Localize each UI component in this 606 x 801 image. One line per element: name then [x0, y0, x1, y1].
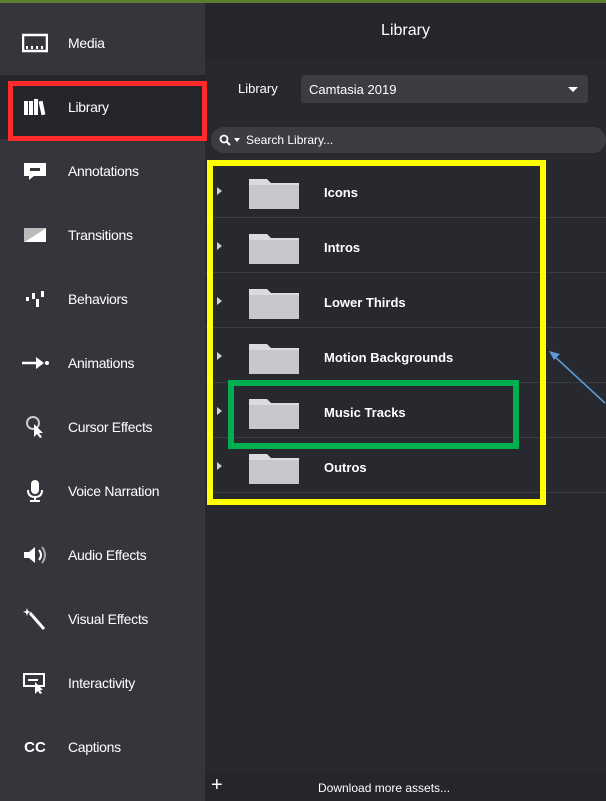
- behaviors-icon: [20, 287, 50, 311]
- sidebar-item-label: Visual Effects: [68, 611, 149, 627]
- expand-triangle-icon[interactable]: [217, 187, 222, 195]
- library-panel: Library Library Camtasia 2019 Search Lib…: [205, 3, 606, 801]
- sidebar: Media Library Annotations Transitions Be: [0, 3, 205, 801]
- expand-triangle-icon[interactable]: [217, 297, 222, 305]
- library-row-motion-backgrounds[interactable]: Motion Backgrounds: [205, 328, 606, 383]
- library-dropdown-value: Camtasia 2019: [309, 81, 397, 97]
- list-item-label: Music Tracks: [324, 405, 406, 420]
- sidebar-item-label: Annotations: [68, 163, 139, 179]
- folder-icon: [249, 399, 299, 429]
- search-input[interactable]: Search Library...: [211, 127, 606, 153]
- sidebar-item-media[interactable]: Media: [0, 11, 205, 75]
- sidebar-item-label: Voice Narration: [68, 483, 160, 499]
- library-row-lower-thirds[interactable]: Lower Thirds: [205, 273, 606, 328]
- sidebar-item-library[interactable]: Library: [0, 75, 205, 139]
- expand-triangle-icon[interactable]: [217, 352, 222, 360]
- expand-triangle-icon[interactable]: [217, 242, 222, 250]
- sidebar-item-interactivity[interactable]: Interactivity: [0, 651, 205, 715]
- list-item-label: Lower Thirds: [324, 295, 406, 310]
- list-item-label: Outros: [324, 460, 367, 475]
- sidebar-item-transitions[interactable]: Transitions: [0, 203, 205, 267]
- camtasia-window: Media Library Annotations Transitions Be: [0, 0, 606, 801]
- transitions-icon: [20, 223, 50, 247]
- annotations-icon: [20, 159, 50, 183]
- list-item-label: Motion Backgrounds: [324, 350, 454, 365]
- chevron-down-icon: [568, 87, 578, 92]
- cursor-effects-icon: [20, 415, 50, 439]
- folder-icon: [249, 289, 299, 319]
- animations-icon: [20, 351, 50, 375]
- sidebar-item-label: Behaviors: [68, 291, 128, 307]
- sidebar-item-captions[interactable]: CC Captions: [0, 715, 205, 779]
- sidebar-item-behaviors[interactable]: Behaviors: [0, 267, 205, 331]
- sidebar-item-label: Library: [68, 99, 109, 115]
- library-row-outros[interactable]: Outros: [205, 438, 606, 493]
- sidebar-item-label: Animations: [68, 355, 135, 371]
- list-item-label: Icons: [324, 185, 358, 200]
- library-row-icons[interactable]: Icons: [205, 163, 606, 218]
- panel-footer: + Download more assets...: [205, 773, 606, 801]
- search-placeholder: Search Library...: [246, 133, 334, 147]
- interactivity-icon: [20, 671, 50, 695]
- sidebar-item-label: Captions: [68, 739, 121, 755]
- folder-icon: [249, 344, 299, 374]
- sidebar-item-annotations[interactable]: Annotations: [0, 139, 205, 203]
- expand-triangle-icon[interactable]: [217, 407, 222, 415]
- folder-icon: [249, 454, 299, 484]
- microphone-icon: [20, 479, 50, 503]
- speaker-icon: [20, 543, 50, 567]
- sidebar-item-animations[interactable]: Animations: [0, 331, 205, 395]
- sidebar-item-voice-narration[interactable]: Voice Narration: [0, 459, 205, 523]
- media-icon: [20, 31, 50, 55]
- folder-icon: [249, 234, 299, 264]
- add-button[interactable]: +: [211, 775, 223, 795]
- sidebar-item-label: Media: [68, 35, 105, 51]
- list-item-label: Intros: [324, 240, 361, 255]
- search-options-caret-icon[interactable]: [234, 138, 240, 142]
- library-select-label: Library: [238, 81, 278, 96]
- sidebar-item-label: Cursor Effects: [68, 419, 153, 435]
- sidebar-item-label: Interactivity: [68, 675, 135, 691]
- magic-wand-icon: [20, 607, 50, 631]
- folder-icon: [249, 179, 299, 209]
- sidebar-item-audio-effects[interactable]: Audio Effects: [0, 523, 205, 587]
- download-more-assets-link[interactable]: Download more assets...: [318, 781, 450, 795]
- sidebar-item-label: Transitions: [68, 227, 133, 243]
- sidebar-item-visual-effects[interactable]: Visual Effects: [0, 587, 205, 651]
- cc-icon: CC: [24, 738, 46, 756]
- panel-title: Library: [381, 22, 430, 39]
- library-row-music-tracks[interactable]: Music Tracks: [205, 383, 606, 438]
- sidebar-item-label: Audio Effects: [68, 547, 147, 563]
- library-dropdown[interactable]: Camtasia 2019: [301, 75, 588, 103]
- sidebar-item-cursor-effects[interactable]: Cursor Effects: [0, 395, 205, 459]
- library-icon: [20, 95, 50, 119]
- expand-triangle-icon[interactable]: [217, 462, 222, 470]
- library-row-intros[interactable]: Intros: [205, 218, 606, 273]
- search-icon: [219, 134, 231, 146]
- panel-header: Library: [205, 3, 606, 59]
